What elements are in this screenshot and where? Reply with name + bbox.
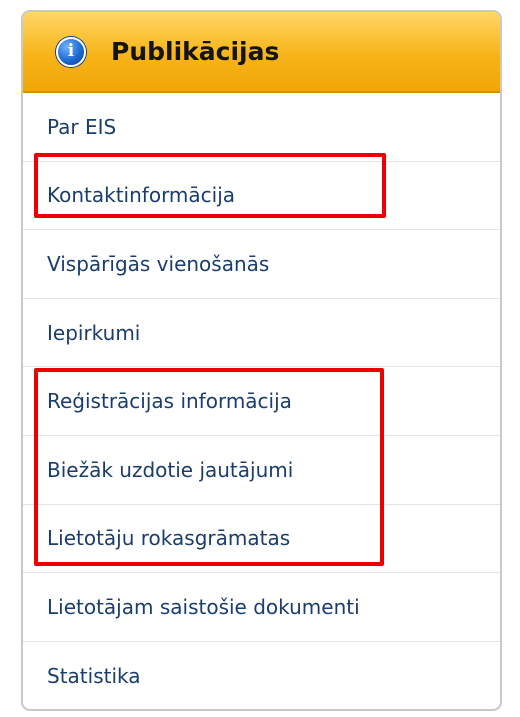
menu-item-label[interactable]: Par EIS (47, 115, 116, 139)
menu-item-label[interactable]: Biežāk uzdotie jautājumi (47, 458, 293, 482)
menu-item-label[interactable]: Vispārīgās vienošanās (47, 252, 269, 276)
publications-menu: Par EIS Kontaktinformācija Vispārīgās vi… (23, 93, 500, 709)
menu-item-lietotaju-rokasgramatas[interactable]: Lietotāju rokasgrāmatas (23, 505, 500, 574)
menu-item-visparigas-vienosanas[interactable]: Vispārīgās vienošanās (23, 230, 500, 299)
menu-item-iepirkumi[interactable]: Iepirkumi (23, 299, 500, 368)
menu-item-biezak-uzdotie-jautajumi[interactable]: Biežāk uzdotie jautājumi (23, 436, 500, 505)
menu-item-label[interactable]: Kontaktinformācija (47, 183, 235, 207)
menu-item-lietotajam-saistosie-dokumenti[interactable]: Lietotājam saistošie dokumenti (23, 573, 500, 642)
menu-item-kontaktinformacija[interactable]: Kontaktinformācija (23, 162, 500, 231)
menu-item-statistika[interactable]: Statistika (23, 642, 500, 709)
panel-header: i Publikācijas (23, 12, 500, 93)
menu-item-par-eis[interactable]: Par EIS (23, 93, 500, 162)
publications-panel: i Publikācijas Par EIS Kontaktinformācij… (21, 10, 502, 711)
menu-item-label[interactable]: Lietotājam saistošie dokumenti (47, 595, 360, 619)
menu-item-registracijas-informacija[interactable]: Reģistrācijas informācija (23, 367, 500, 436)
panel-title: Publikācijas (111, 37, 280, 66)
menu-item-label[interactable]: Statistika (47, 664, 141, 688)
info-icon: i (56, 36, 86, 67)
menu-item-label[interactable]: Lietotāju rokasgrāmatas (47, 526, 290, 550)
menu-item-label[interactable]: Iepirkumi (47, 321, 140, 345)
menu-item-label[interactable]: Reģistrācijas informācija (47, 389, 292, 413)
